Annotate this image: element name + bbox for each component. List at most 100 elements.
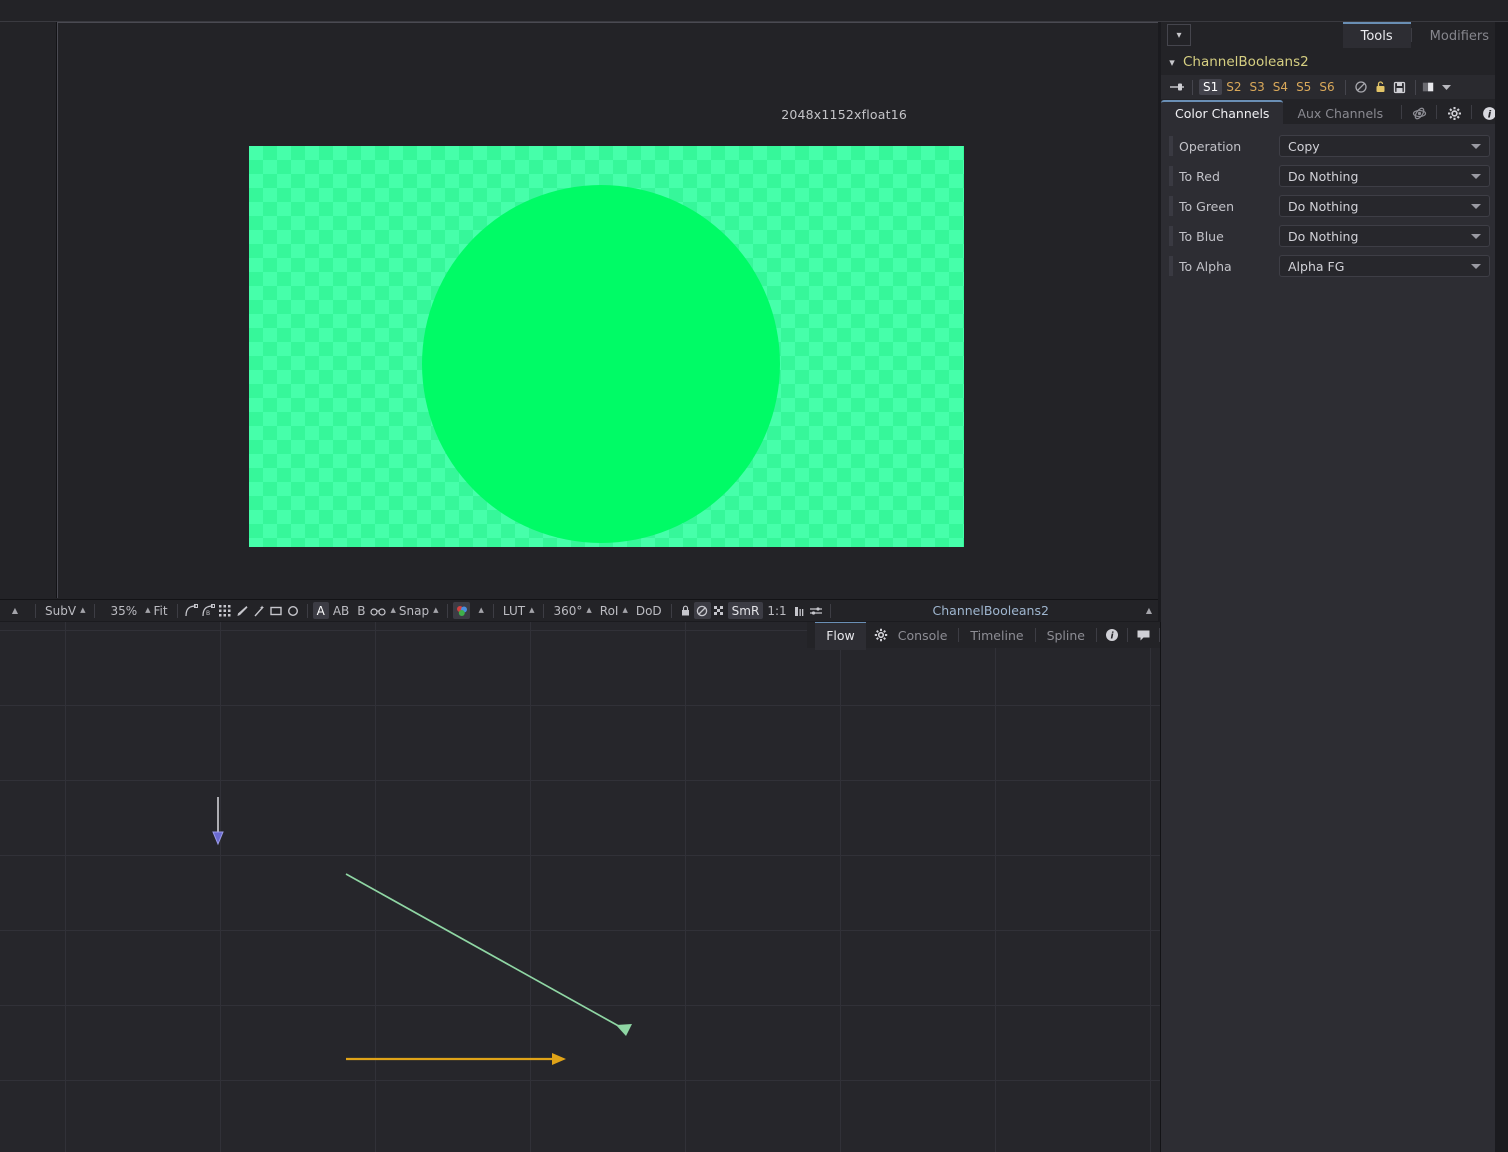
divider: [670, 603, 672, 618]
svg-text:i: i: [1487, 109, 1491, 120]
state-button-s5[interactable]: S5: [1292, 79, 1315, 95]
chevron-down-icon: [1471, 173, 1481, 179]
viewer-menu-arrow-icon[interactable]: ▲: [1146, 606, 1158, 615]
tool-state-toolbar[interactable]: S1 S2 S3 S4 S5 S6: [1161, 75, 1508, 99]
divider: [543, 603, 545, 618]
top-strip: [0, 0, 1508, 22]
state-button-s1[interactable]: S1: [1199, 79, 1223, 95]
state-button-s3[interactable]: S3: [1246, 79, 1269, 95]
param-label: Operation: [1179, 138, 1242, 154]
view-b-button[interactable]: B: [353, 602, 369, 619]
circle-slash-icon[interactable]: [1352, 78, 1371, 97]
aspect-ratio-button[interactable]: 1:1: [763, 602, 790, 619]
viewer-left-gutter: [0, 22, 57, 598]
tab-spline[interactable]: Spline: [1036, 622, 1096, 648]
info-icon[interactable]: i: [1097, 628, 1127, 642]
ellipse-select-icon[interactable]: [285, 602, 302, 619]
pixel-grid-icon[interactable]: [217, 602, 234, 619]
tools-tab-bar[interactable]: ▾ Tools Modifiers: [1161, 22, 1508, 48]
chevron-up-icon: ▲: [390, 606, 396, 614]
image-resolution-label: 2048x1152xfloat16: [781, 107, 907, 122]
atom-icon[interactable]: [1406, 102, 1432, 124]
divider: [306, 603, 308, 618]
curve-b-icon[interactable]: B: [200, 602, 217, 619]
binoculars-icon[interactable]: [370, 602, 387, 619]
zoom-level-label[interactable]: 35%: [106, 602, 141, 619]
param-marker: [1169, 256, 1173, 276]
lut-button[interactable]: LUT ▲: [499, 602, 539, 619]
flow-panel[interactable]: Flow Console Timeline Spline i: [0, 622, 1160, 1152]
gear-icon[interactable]: [1441, 102, 1467, 124]
param-marker: [1169, 166, 1173, 186]
chevron-up-icon: ▲: [145, 606, 151, 614]
rgb-dropdown[interactable]: ▲: [470, 602, 487, 619]
chevron-down-icon: [1471, 203, 1481, 209]
rgb-channel-icon[interactable]: [453, 602, 471, 619]
fit-button[interactable]: ▲ Fit: [141, 602, 171, 619]
viewer-image[interactable]: [249, 146, 964, 547]
to-blue-dropdown[interactable]: Do Nothing: [1279, 225, 1490, 247]
tab-flow[interactable]: Flow: [815, 622, 866, 650]
tool-header[interactable]: ▾ ChannelBooleans2: [1161, 49, 1508, 75]
gear-icon[interactable]: [866, 628, 896, 642]
smr-button[interactable]: SmR: [727, 602, 764, 619]
curve-a-icon[interactable]: [183, 602, 200, 619]
flow-grid-background: [0, 622, 1160, 1152]
angle-button[interactable]: 360° ▲: [549, 602, 595, 619]
viewer-canvas[interactable]: 2048x1152xfloat16: [57, 22, 1158, 598]
tab-tools[interactable]: Tools: [1342, 22, 1411, 48]
state-button-s6[interactable]: S6: [1315, 79, 1338, 95]
tab-modifiers[interactable]: Modifiers: [1412, 24, 1507, 48]
chevron-down-icon: [1471, 233, 1481, 239]
color-picker-icon[interactable]: [234, 602, 251, 619]
chevron-down-icon[interactable]: ▾: [1161, 56, 1183, 69]
tab-console[interactable]: Console: [896, 622, 959, 648]
wand-icon[interactable]: [251, 602, 268, 619]
tab-timeline[interactable]: Timeline: [959, 622, 1034, 648]
param-label: To Blue: [1179, 228, 1224, 244]
to-alpha-value: Alpha FG: [1288, 258, 1345, 274]
param-marker: [1169, 196, 1173, 216]
chevron-down-icon[interactable]: ▾: [1167, 24, 1191, 46]
flow-tab-bar[interactable]: Flow Console Timeline Spline i: [807, 622, 1160, 650]
state-button-s4[interactable]: S4: [1269, 79, 1292, 95]
comment-icon[interactable]: [1128, 629, 1159, 642]
save-icon[interactable]: [1390, 78, 1409, 97]
tool-subtab-bar[interactable]: Color Channels Aux Channels i: [1161, 100, 1508, 124]
svg-text:B: B: [206, 610, 210, 617]
to-green-dropdown[interactable]: Do Nothing: [1279, 195, 1490, 217]
rendered-ellipse-shape: [422, 185, 780, 543]
tools-panel: ▾ Tools Modifiers ▾ ChannelBooleans2 S1 …: [1161, 22, 1508, 1152]
state-button-s2[interactable]: S2: [1222, 79, 1245, 95]
chevron-down-icon: [1471, 263, 1481, 269]
divider: [492, 603, 494, 618]
to-alpha-dropdown[interactable]: Alpha FG: [1279, 255, 1490, 277]
tab-color-channels[interactable]: Color Channels: [1161, 100, 1284, 124]
param-label: To Red: [1179, 168, 1220, 184]
operation-dropdown[interactable]: Copy: [1279, 135, 1490, 157]
divider: [1344, 79, 1346, 95]
viewer-expand-arrow-icon[interactable]: ▲: [0, 606, 30, 615]
snap-button[interactable]: ▲ Snap ▲: [387, 602, 443, 619]
divider: [829, 603, 831, 618]
swatch-icon[interactable]: [1422, 78, 1441, 97]
subview-button[interactable]: SubV ▲: [41, 602, 89, 619]
view-ab-button[interactable]: AB: [329, 602, 353, 619]
circle-slash-icon[interactable]: [693, 602, 711, 619]
chevron-up-icon: ▲: [478, 606, 484, 614]
checker-icon[interactable]: [711, 602, 728, 619]
chevron-down-icon[interactable]: [1441, 78, 1453, 97]
view-a-button[interactable]: A: [312, 602, 329, 619]
tab-aux-channels[interactable]: Aux Channels: [1283, 102, 1397, 124]
roi-button[interactable]: RoI ▲: [596, 602, 632, 619]
sliders-icon[interactable]: [808, 602, 825, 619]
rect-select-icon[interactable]: [268, 602, 285, 619]
to-red-dropdown[interactable]: Do Nothing: [1279, 165, 1490, 187]
histogram-icon[interactable]: [791, 602, 808, 619]
pin-icon[interactable]: [1167, 78, 1186, 97]
divider: [1471, 105, 1473, 119]
viewer-toolbar[interactable]: ▲ SubV ▲ 35% ▲ Fit B A AB B ▲ Snap ▲ ▲ L…: [0, 599, 1158, 621]
lock-icon[interactable]: [677, 602, 694, 619]
lock-icon[interactable]: [1371, 78, 1390, 97]
dod-button[interactable]: DoD: [632, 602, 666, 619]
